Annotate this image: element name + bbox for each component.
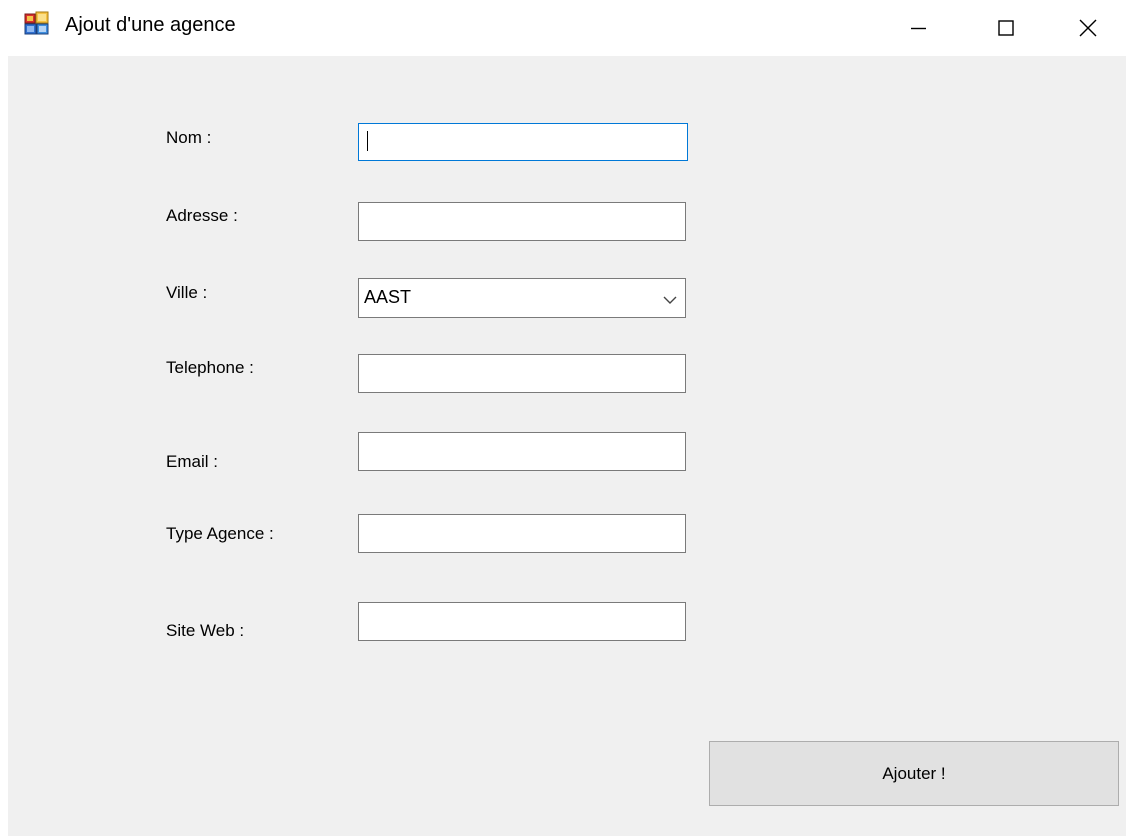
type-agence-label: Type Agence : (166, 524, 274, 543)
ville-label: Ville : (166, 283, 208, 302)
window-title: Ajout d'une agence (65, 14, 236, 36)
telephone-label: Telephone : (166, 358, 254, 377)
close-icon (1079, 19, 1097, 37)
email-label: Email : (166, 452, 218, 471)
minimize-button[interactable] (874, 0, 962, 56)
email-input[interactable] (358, 432, 686, 471)
site-web-input[interactable] (358, 602, 686, 641)
form-client-area: Nom : Adresse : Ville : AAST Telephone :… (8, 56, 1126, 836)
ville-selected-value: AAST (364, 287, 412, 307)
maximize-icon (998, 20, 1014, 36)
site-web-label: Site Web : (166, 621, 245, 640)
minimize-icon (910, 20, 926, 36)
chevron-down-icon[interactable] (663, 292, 677, 304)
telephone-input[interactable] (358, 354, 686, 393)
maximize-button[interactable] (962, 0, 1050, 56)
adresse-label: Adresse : (166, 206, 238, 225)
ajouter-button[interactable]: Ajouter ! (709, 741, 1119, 806)
app-icon (24, 11, 50, 35)
form-window: Ajout d'une agence Nom : Adresse : Ville… (0, 0, 1126, 836)
adresse-input[interactable] (358, 202, 686, 241)
text-caret (367, 131, 368, 151)
nom-label: Nom : (166, 128, 212, 147)
type-agence-input[interactable] (358, 514, 686, 553)
nom-input[interactable] (358, 123, 688, 161)
close-button[interactable] (1050, 0, 1126, 56)
title-bar[interactable]: Ajout d'une agence (0, 0, 1126, 56)
ville-select[interactable]: AAST (358, 278, 686, 318)
